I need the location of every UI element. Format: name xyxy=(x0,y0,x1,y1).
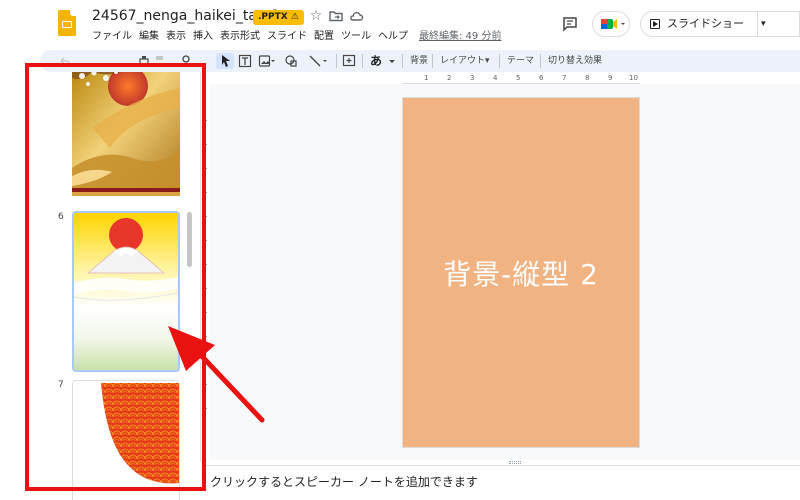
slideshow-label: スライドショー xyxy=(667,17,744,30)
slideshow-dropdown[interactable]: ▾ xyxy=(758,11,800,37)
meet-button[interactable] xyxy=(592,11,630,37)
ruler-tick-label: 5 xyxy=(516,74,521,82)
app-header: 24567_nenga_haikei_tate2 .PPTX ⚠ ☆ ファイル … xyxy=(0,0,800,48)
ruler-tick-label: 8 xyxy=(585,74,590,82)
layout-button[interactable]: レイアウト▾ xyxy=(440,53,490,69)
menu-edit[interactable]: 編集 xyxy=(139,30,159,44)
play-icon xyxy=(650,19,660,29)
chevron-down-icon[interactable] xyxy=(388,53,396,69)
speaker-notes-placeholder[interactable]: クリックするとスピーカー ノートを追加できます xyxy=(210,473,478,490)
last-edit-link[interactable]: 最終編集: 49 分前 xyxy=(419,30,501,44)
ruler-tick-label: 3 xyxy=(470,74,475,82)
menu-slide[interactable]: スライド xyxy=(267,30,307,44)
transition-button[interactable]: 切り替え効果 xyxy=(548,53,602,69)
slideshow-button[interactable]: スライドショー xyxy=(640,11,758,37)
line-icon[interactable] xyxy=(308,53,330,69)
highlight-box xyxy=(25,63,206,491)
menu-arrange[interactable]: 配置 xyxy=(314,30,334,44)
menu-bar: ファイル 編集 表示 挿入 表示形式 スライド 配置 ツール ヘルプ 最終編集:… xyxy=(92,30,501,44)
menu-view[interactable]: 表示 xyxy=(166,30,186,44)
meet-icon xyxy=(601,19,625,29)
move-folder-icon[interactable] xyxy=(328,8,344,24)
notes-resize-handle[interactable] xyxy=(509,461,521,464)
menu-insert[interactable]: 挿入 xyxy=(193,30,213,44)
toolbar-separator xyxy=(540,54,541,68)
toolbar-separator xyxy=(432,54,433,68)
theme-button[interactable]: テーマ xyxy=(507,53,534,69)
document-title[interactable]: 24567_nenga_haikei_tate2 xyxy=(92,8,280,24)
menu-format[interactable]: 表示形式 xyxy=(220,30,260,44)
ruler-tick-label: 7 xyxy=(562,74,567,82)
comment-history-icon[interactable] xyxy=(562,16,578,32)
text-box-icon[interactable] xyxy=(238,53,252,69)
toolbar-separator xyxy=(362,54,363,68)
cloud-status-icon[interactable] xyxy=(348,8,364,24)
pptx-format-badge[interactable]: .PPTX ⚠ xyxy=(253,10,304,25)
ruler-tick-label: 9 xyxy=(608,74,613,82)
toolbar-separator xyxy=(402,54,403,68)
ruler-tick-label: 6 xyxy=(539,74,544,82)
slide-title-text[interactable]: 背景-縦型 2 xyxy=(403,98,639,447)
horizontal-ruler: 1 2 3 4 5 6 7 8 9 10 xyxy=(402,74,640,84)
toolbar-separator xyxy=(499,54,500,68)
background-button[interactable]: 背景 xyxy=(410,53,428,69)
ruler-tick-label: 2 xyxy=(447,74,452,82)
insert-image-icon[interactable] xyxy=(258,53,276,69)
text-style-button[interactable]: あ xyxy=(370,53,382,69)
slides-logo-icon[interactable] xyxy=(58,10,76,36)
menu-tools[interactable]: ツール xyxy=(341,30,371,44)
main-slide[interactable]: 背景-縦型 2 xyxy=(402,97,640,448)
star-icon[interactable]: ☆ xyxy=(308,8,324,24)
ruler-tick-label: 4 xyxy=(493,74,498,82)
add-comment-icon[interactable] xyxy=(342,53,356,69)
select-pointer-icon[interactable] xyxy=(216,53,234,69)
toolbar-separator xyxy=(336,54,337,68)
ruler-tick-label: 10 xyxy=(629,74,638,82)
menu-file[interactable]: ファイル xyxy=(92,30,132,44)
shape-icon[interactable] xyxy=(284,53,302,69)
menu-help[interactable]: ヘルプ xyxy=(378,30,408,44)
ruler-tick-label: 1 xyxy=(424,74,429,82)
